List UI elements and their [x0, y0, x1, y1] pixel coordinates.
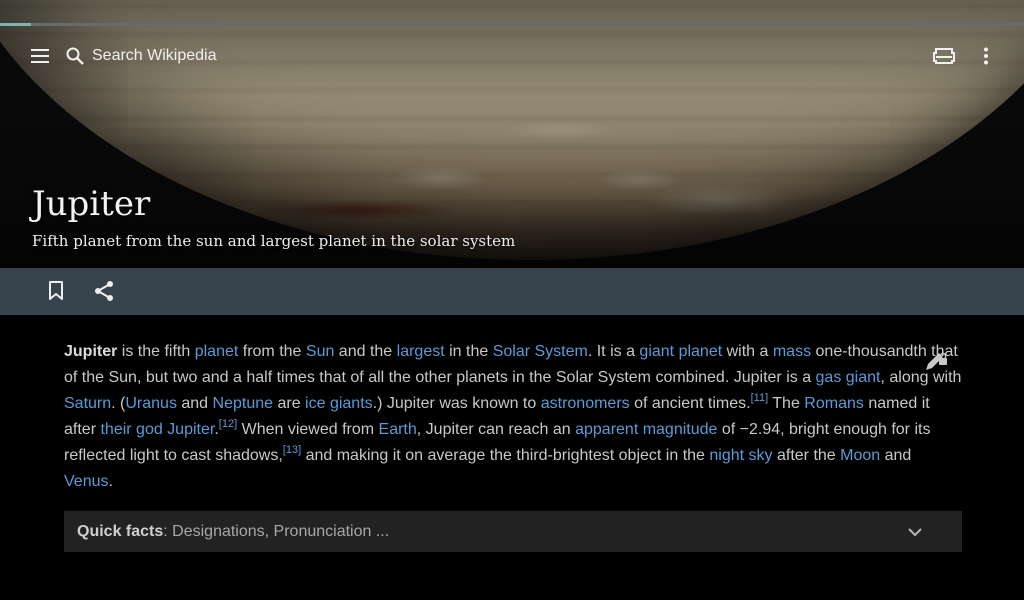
link-uranus[interactable]: Uranus — [125, 395, 177, 412]
article-text: after the — [772, 447, 841, 464]
article-text: and making it on average the third-brigh… — [301, 447, 710, 464]
link-night-sky[interactable]: night sky — [709, 447, 772, 464]
progress-fill — [0, 23, 31, 26]
top-toolbar: Search Wikipedia — [0, 30, 1024, 82]
page-description: Fifth planet from the sun and largest pl… — [32, 232, 516, 250]
page-title: Jupiter — [32, 184, 151, 224]
quick-facts-summary: : Designations, Pronunciation ... — [163, 522, 390, 540]
more-vertical-icon — [984, 47, 988, 65]
article-text: and the — [334, 343, 397, 360]
citation-12[interactable]: [12] — [219, 418, 237, 430]
article-text: . ( — [111, 395, 126, 412]
article-text: . It is a — [587, 343, 640, 360]
link-venus[interactable]: Venus — [64, 473, 108, 490]
article-text: is the fifth — [117, 343, 195, 360]
link-earth[interactable]: Earth — [379, 421, 417, 438]
citation-11[interactable]: [11] — [751, 392, 769, 404]
search-placeholder: Search Wikipedia — [92, 47, 217, 64]
article-text: . — [108, 473, 113, 490]
save-bookmark-button[interactable] — [36, 271, 76, 311]
article-text: The — [768, 395, 805, 412]
citation-13[interactable]: [13] — [283, 444, 301, 456]
link-solar-system[interactable]: Solar System — [493, 343, 588, 360]
article-text: .) Jupiter was known to — [372, 395, 541, 412]
link-jupiter-god[interactable]: their god Jupiter — [100, 421, 214, 438]
link-mass[interactable]: mass — [773, 343, 811, 360]
reading-list-icon — [933, 48, 955, 64]
article-text: When viewed from — [237, 421, 379, 438]
share-icon — [95, 281, 113, 301]
bookmark-icon — [49, 281, 63, 300]
menu-icon — [31, 49, 49, 63]
link-planet[interactable]: planet — [195, 343, 239, 360]
link-ice-giants[interactable]: ice giants — [305, 395, 373, 412]
article-subject: Jupiter — [64, 343, 118, 360]
article-text: , Jupiter can reach an — [416, 421, 576, 438]
link-romans[interactable]: Romans — [804, 395, 864, 412]
article-text: and — [176, 395, 213, 412]
page-action-bar — [0, 268, 1024, 315]
article-text: are — [273, 395, 306, 412]
link-neptune[interactable]: Neptune — [213, 395, 274, 412]
quick-facts-title: Quick facts — [77, 522, 164, 540]
article-text: and — [880, 447, 912, 464]
reading-lists-button[interactable] — [924, 36, 964, 76]
article-lead-paragraph: Jupiter is the fifth planet from the Sun… — [64, 339, 964, 495]
link-gas-giant[interactable]: gas giant — [816, 369, 881, 386]
link-giant-planet[interactable]: giant planet — [639, 343, 722, 360]
search-icon — [64, 45, 86, 67]
article-text: , along with — [880, 369, 962, 386]
article-text: with a — [722, 343, 773, 360]
chevron-down-icon — [906, 523, 924, 541]
link-sun[interactable]: Sun — [306, 343, 334, 360]
quick-facts-expander[interactable]: Quick facts: Designations, Pronunciation… — [64, 511, 962, 552]
overflow-menu-button[interactable] — [966, 36, 1006, 76]
article-text: of ancient times. — [629, 395, 751, 412]
search-bar[interactable]: Search Wikipedia — [64, 40, 364, 72]
link-largest[interactable]: largest — [397, 343, 445, 360]
article-text: from the — [238, 343, 306, 360]
link-saturn[interactable]: Saturn — [64, 395, 111, 412]
link-moon[interactable]: Moon — [840, 447, 880, 464]
link-apparent-magnitude[interactable]: apparent magnitude — [575, 421, 717, 438]
page-load-progress — [0, 23, 1024, 26]
menu-button[interactable] — [20, 36, 60, 76]
link-astronomers[interactable]: astronomers — [541, 395, 630, 412]
share-button[interactable] — [84, 271, 124, 311]
article-text: in the — [444, 343, 493, 360]
